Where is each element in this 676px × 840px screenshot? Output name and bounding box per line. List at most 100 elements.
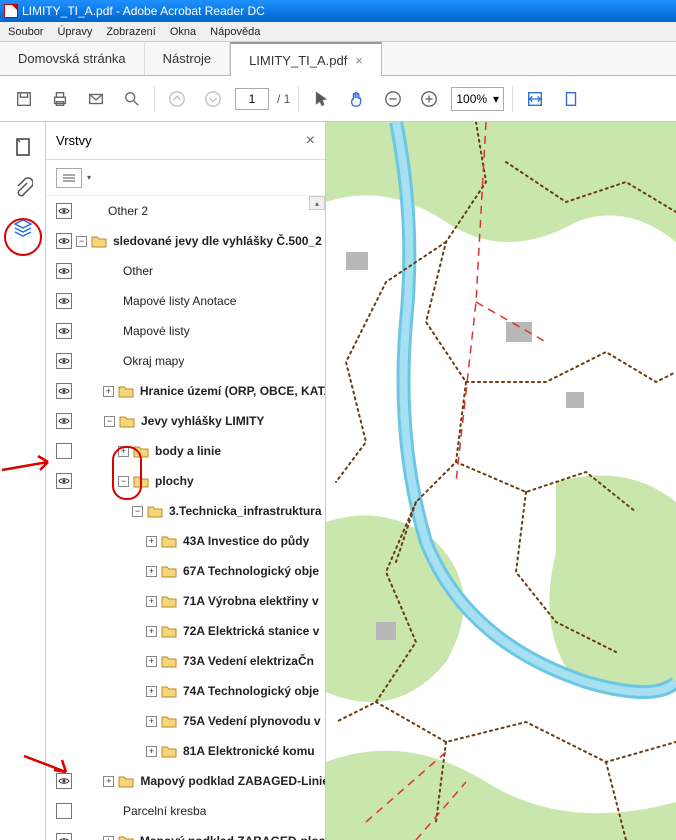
layer-row[interactable]: Parcelní kresba <box>46 796 325 826</box>
layer-label: 73A Vedení elektrizaČn <box>183 654 314 668</box>
layer-row[interactable]: Mapové listy Anotace <box>46 286 325 316</box>
visibility-toggle[interactable] <box>56 833 72 840</box>
pdf-icon <box>4 4 18 18</box>
search-button[interactable] <box>118 85 146 113</box>
layer-row[interactable]: − 3.Technicka_infrastruktura <box>46 496 325 526</box>
layer-label: 72A Elektrická stanice v <box>183 624 319 638</box>
menu-file[interactable]: Soubor <box>8 26 43 38</box>
expand-button[interactable]: + <box>146 656 157 667</box>
page-down-button[interactable] <box>199 85 227 113</box>
layer-row[interactable]: + 74A Technologický obje <box>46 676 325 706</box>
zoom-value: 100% <box>456 92 487 106</box>
visibility-toggle[interactable] <box>56 233 72 249</box>
layer-row[interactable]: + 71A Výrobna elektřiny v <box>46 586 325 616</box>
layer-label: Parcelní kresba <box>123 804 206 818</box>
visibility-toggle[interactable] <box>56 323 72 339</box>
visibility-toggle[interactable] <box>56 773 72 789</box>
expand-button[interactable]: + <box>146 746 157 757</box>
layer-row[interactable]: + 67A Technologický obje <box>46 556 325 586</box>
layer-row[interactable]: Okraj mapy <box>46 346 325 376</box>
visibility-toggle[interactable] <box>56 293 72 309</box>
toolbar-separator <box>298 86 299 112</box>
layer-label: Mapové listy Anotace <box>123 294 236 308</box>
expand-button[interactable]: + <box>146 566 157 577</box>
collapse-button[interactable]: − <box>104 416 115 427</box>
layer-row[interactable]: − Jevy vyhlášky LIMITY <box>46 406 325 436</box>
scroll-up-button[interactable]: ▴ <box>309 196 325 210</box>
expand-button[interactable]: + <box>103 776 114 787</box>
tab-tools[interactable]: Nástroje <box>145 41 230 75</box>
document-viewport[interactable] <box>326 122 676 840</box>
visibility-toggle[interactable] <box>56 413 72 429</box>
page-number-input[interactable] <box>235 88 269 110</box>
tab-home-label: Domovská stránka <box>18 51 126 66</box>
layer-label: Mapový podklad ZABAGED-Linie <box>140 774 325 788</box>
menu-view[interactable]: Zobrazení <box>106 26 156 38</box>
expand-button[interactable]: + <box>146 536 157 547</box>
tab-document[interactable]: LIMITY_TI_A.pdf × <box>230 42 382 76</box>
select-tool-button[interactable] <box>307 85 335 113</box>
print-button[interactable] <box>46 85 74 113</box>
zoom-select[interactable]: 100%▾ <box>451 87 504 111</box>
hand-tool-button[interactable] <box>343 85 371 113</box>
expand-button[interactable]: + <box>146 596 157 607</box>
page-up-button[interactable] <box>163 85 191 113</box>
tab-home[interactable]: Domovská stránka <box>0 41 145 75</box>
layer-row[interactable]: Other <box>46 256 325 286</box>
layer-row[interactable]: − sledované jevy dle vyhlášky Č.500_2 <box>46 226 325 256</box>
zoom-in-button[interactable] <box>415 85 443 113</box>
layer-row[interactable]: + body a linie <box>46 436 325 466</box>
menu-edit[interactable]: Úpravy <box>57 26 92 38</box>
layer-row[interactable]: Other 2 <box>46 196 325 226</box>
panel-options-button[interactable] <box>56 168 82 188</box>
visibility-toggle[interactable] <box>56 443 72 459</box>
layer-row[interactable]: + 75A Vedení plynovodu v <box>46 706 325 736</box>
layer-label: sledované jevy dle vyhlášky Č.500_2 <box>113 234 322 248</box>
attachments-button[interactable] <box>12 176 34 198</box>
panel-title: Vrstvy <box>56 133 92 148</box>
layers-panel: Vrstvy × ▴ Other 2 − sledované jevy dle … <box>46 122 326 840</box>
layer-row[interactable]: + 81A Elektronické komu <box>46 736 325 766</box>
folder-icon <box>161 715 177 728</box>
layer-row[interactable]: Mapové listy <box>46 316 325 346</box>
visibility-toggle[interactable] <box>56 203 72 219</box>
menu-window[interactable]: Okna <box>170 26 196 38</box>
mail-button[interactable] <box>82 85 110 113</box>
expand-button[interactable]: + <box>146 626 157 637</box>
main-area: Vrstvy × ▴ Other 2 − sledované jevy dle … <box>0 122 676 840</box>
layer-row[interactable]: + 73A Vedení elektrizaČn <box>46 646 325 676</box>
layers-button[interactable] <box>12 216 34 238</box>
fit-width-button[interactable] <box>521 85 549 113</box>
menu-help[interactable]: Nápověda <box>210 26 260 38</box>
visibility-toggle[interactable] <box>56 473 72 489</box>
collapse-button[interactable]: − <box>118 476 129 487</box>
layer-row[interactable]: + 43A Investice do půdy <box>46 526 325 556</box>
folder-icon <box>91 235 107 248</box>
layer-row[interactable]: + 72A Elektrická stanice v <box>46 616 325 646</box>
expand-button[interactable]: + <box>118 446 129 457</box>
layer-label: Mapový podklad ZABAGED-ploch <box>140 834 325 840</box>
zoom-out-button[interactable] <box>379 85 407 113</box>
layer-row[interactable]: + Mapový podklad ZABAGED-ploch <box>46 826 325 840</box>
fit-page-button[interactable] <box>557 85 585 113</box>
toolbar-separator <box>512 86 513 112</box>
thumbnails-button[interactable] <box>12 136 34 158</box>
layer-row[interactable]: + Mapový podklad ZABAGED-Linie <box>46 766 325 796</box>
expand-button[interactable]: + <box>146 686 157 697</box>
visibility-toggle[interactable] <box>56 383 72 399</box>
panel-close-button[interactable]: × <box>306 132 315 150</box>
expand-button[interactable]: + <box>103 386 114 397</box>
folder-icon <box>161 685 177 698</box>
tab-close-icon[interactable]: × <box>355 53 363 68</box>
visibility-toggle[interactable] <box>56 263 72 279</box>
expand-button[interactable]: + <box>103 836 114 840</box>
collapse-button[interactable]: − <box>132 506 143 517</box>
save-button[interactable] <box>10 85 38 113</box>
expand-button[interactable]: + <box>146 716 157 727</box>
folder-icon <box>119 415 135 428</box>
visibility-toggle[interactable] <box>56 803 72 819</box>
layer-row[interactable]: + Hranice území (ORP, OBCE, KATA <box>46 376 325 406</box>
visibility-toggle[interactable] <box>56 353 72 369</box>
collapse-button[interactable]: − <box>76 236 87 247</box>
layer-row[interactable]: − plochy <box>46 466 325 496</box>
